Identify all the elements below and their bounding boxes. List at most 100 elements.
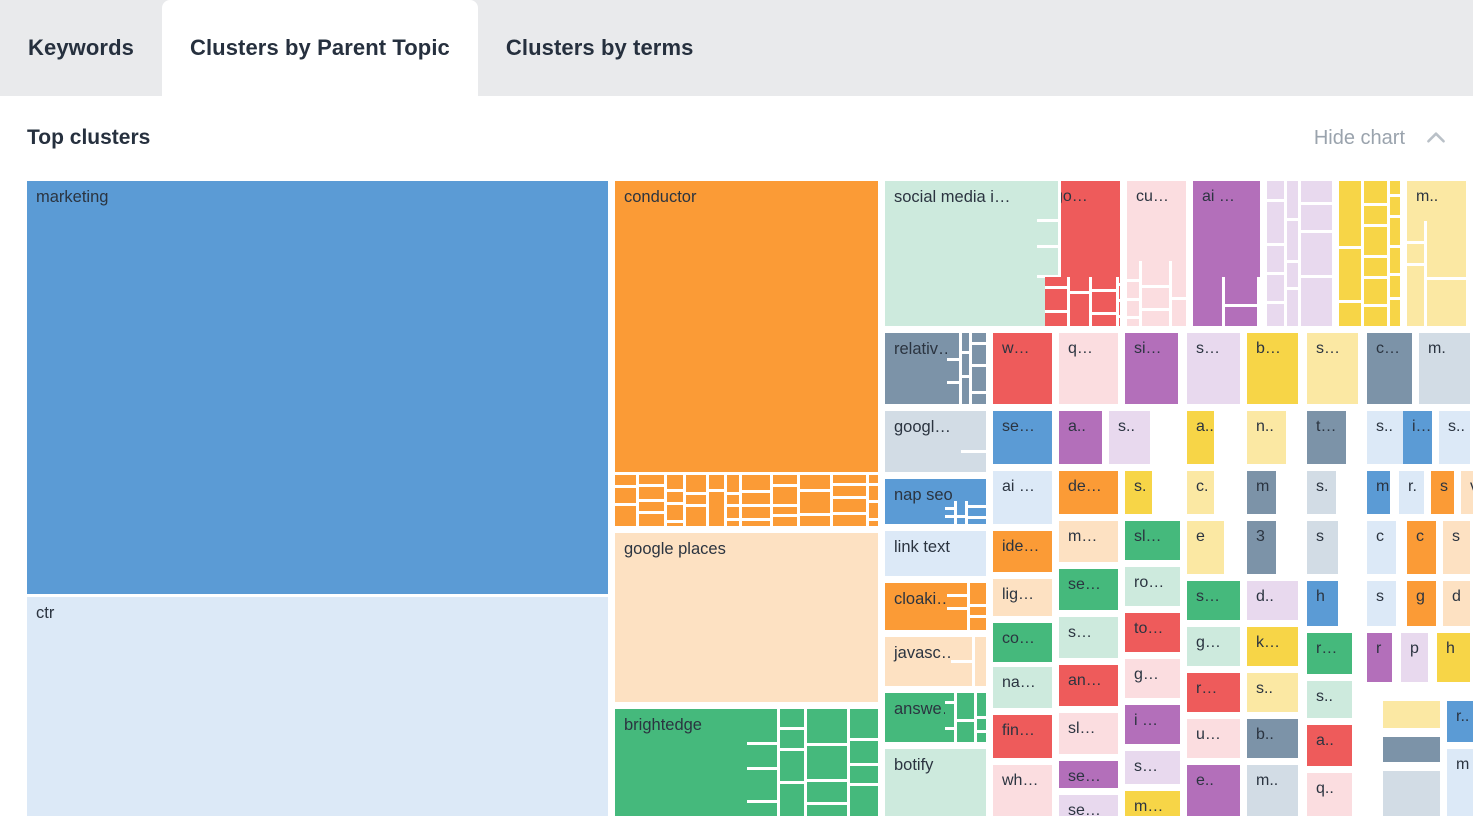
treemap-cell[interactable]: h [1307, 581, 1341, 629]
treemap-cell[interactable]: c… [1367, 333, 1415, 407]
treemap-subcell[interactable] [850, 741, 881, 766]
treemap-cell[interactable]: u… [1187, 719, 1243, 761]
treemap-subcell[interactable] [1364, 227, 1390, 258]
treemap-cell[interactable]: s.. [1109, 411, 1153, 467]
treemap-subcell[interactable] [1390, 218, 1403, 248]
treemap-cell[interactable]: ro… [1125, 567, 1183, 609]
hide-chart-button[interactable]: Hide chart [1314, 127, 1405, 150]
treemap-subcell[interactable] [686, 475, 709, 495]
treemap-subcell[interactable] [1301, 205, 1335, 233]
treemap-cell[interactable]: a.. [1307, 725, 1355, 769]
treemap-cell[interactable]: m [1367, 471, 1393, 517]
treemap-subcell[interactable] [1092, 315, 1119, 329]
treemap-cell[interactable]: conductor [615, 181, 881, 475]
treemap-subcell[interactable] [727, 521, 742, 529]
treemap-subcell[interactable] [869, 503, 881, 521]
treemap-subcell[interactable] [1390, 181, 1403, 197]
treemap-subcell[interactable] [1127, 319, 1142, 329]
treemap-subcell[interactable] [947, 361, 962, 384]
treemap-subcell[interactable] [1364, 206, 1390, 227]
treemap-cell[interactable]: m [1247, 471, 1279, 517]
treemap-cell[interactable]: botify [885, 749, 989, 819]
treemap-subcell[interactable] [1225, 277, 1260, 307]
tab-clusters-by-parent-topic[interactable]: Clusters by Parent Topic [162, 0, 478, 96]
treemap-cell[interactable]: de… [1059, 471, 1121, 517]
treemap-cell[interactable]: sl… [1059, 713, 1121, 757]
treemap-subcell[interactable] [807, 805, 850, 819]
treemap-cell[interactable]: se… [1059, 569, 1121, 613]
treemap-cell[interactable]: link text [885, 531, 989, 579]
treemap-subcell[interactable] [727, 507, 742, 521]
treemap-cell[interactable]: lig… [993, 579, 1055, 619]
treemap-cell[interactable]: n.. [1247, 411, 1289, 467]
treemap-subcell[interactable] [968, 508, 989, 519]
treemap-subcell[interactable] [1070, 294, 1092, 329]
treemap-subcell[interactable] [686, 495, 709, 507]
treemap-cell[interactable]: s.. [1247, 673, 1301, 715]
treemap-cell[interactable]: q.. [1307, 773, 1355, 819]
treemap-cell[interactable]: s [1307, 521, 1341, 577]
treemap-subcell[interactable] [667, 492, 686, 505]
treemap-subcell[interactable] [975, 637, 989, 689]
treemap-cell[interactable]: r [1367, 633, 1395, 685]
treemap-subcell[interactable] [1119, 302, 1123, 318]
treemap-subcell[interactable] [639, 475, 667, 487]
treemap-subcell[interactable] [1267, 275, 1287, 304]
treemap-subcell[interactable] [667, 475, 686, 492]
treemap-cell[interactable]: c [1407, 521, 1439, 577]
treemap-subcell[interactable] [1287, 263, 1301, 290]
treemap-subcell[interactable] [1301, 278, 1335, 329]
treemap-cell[interactable]: google places [615, 533, 881, 705]
treemap-cell[interactable]: b… [1247, 333, 1301, 407]
treemap-subcell[interactable] [977, 719, 989, 733]
treemap-subcell[interactable] [945, 518, 957, 527]
treemap-subcell[interactable] [947, 384, 962, 407]
treemap-subcell[interactable] [1142, 288, 1172, 311]
treemap-subcell[interactable] [1390, 300, 1403, 329]
treemap-cell[interactable] [1383, 737, 1443, 765]
treemap-subcell[interactable] [833, 515, 869, 529]
treemap-subcell[interactable] [1045, 313, 1070, 329]
treemap-subcell[interactable] [1119, 277, 1123, 286]
chevron-up-icon[interactable] [1423, 125, 1449, 151]
treemap-subcell[interactable] [1339, 249, 1364, 303]
treemap-cell[interactable]: fin… [993, 715, 1055, 761]
treemap-subcell[interactable] [869, 475, 881, 486]
treemap-subcell[interactable] [747, 803, 780, 819]
treemap-subcell[interactable] [1127, 301, 1142, 319]
treemap-cell[interactable]: s… [1059, 617, 1121, 661]
treemap-subcell[interactable] [1045, 289, 1070, 313]
treemap-cell[interactable]: a.. [1187, 411, 1217, 467]
treemap-subcell[interactable] [962, 354, 972, 378]
treemap-subcell[interactable] [947, 583, 970, 597]
treemap-cell[interactable]: s [1367, 581, 1399, 629]
treemap-subcell[interactable] [1172, 261, 1189, 300]
treemap-cell[interactable]: s. [1125, 471, 1155, 517]
treemap-cell[interactable]: q… [1059, 333, 1121, 407]
treemap-cell[interactable]: s. [1307, 471, 1339, 517]
treemap-subcell[interactable] [709, 492, 727, 529]
treemap-subcell[interactable] [947, 597, 970, 610]
treemap-cell[interactable]: c [1367, 521, 1399, 577]
treemap-cell[interactable]: s [1443, 521, 1473, 577]
treemap-cell[interactable]: r… [1187, 673, 1243, 715]
treemap-cell[interactable]: sl… [1125, 521, 1183, 563]
treemap-subcell[interactable] [1037, 248, 1061, 278]
treemap-cell[interactable]: to… [1125, 613, 1183, 655]
treemap-subcell[interactable] [1267, 304, 1287, 329]
treemap-subcell[interactable] [972, 345, 989, 367]
treemap-cell[interactable]: s… [1307, 333, 1361, 407]
treemap-cell[interactable]: m… [1059, 521, 1121, 565]
treemap-cell[interactable]: na… [993, 667, 1055, 711]
treemap-subcell[interactable] [970, 607, 989, 618]
treemap-subcell[interactable] [639, 487, 667, 502]
treemap-subcell[interactable] [957, 518, 968, 527]
treemap-subcell[interactable] [615, 506, 639, 529]
treemap-subcell[interactable] [970, 618, 989, 633]
treemap-subcell[interactable] [833, 475, 869, 486]
treemap-cell[interactable]: m [1447, 749, 1473, 819]
treemap-subcell[interactable] [1260, 294, 1263, 329]
treemap-subcell[interactable] [1364, 258, 1390, 279]
treemap-cell[interactable]: co… [993, 623, 1055, 665]
treemap-subcell[interactable] [968, 519, 989, 527]
